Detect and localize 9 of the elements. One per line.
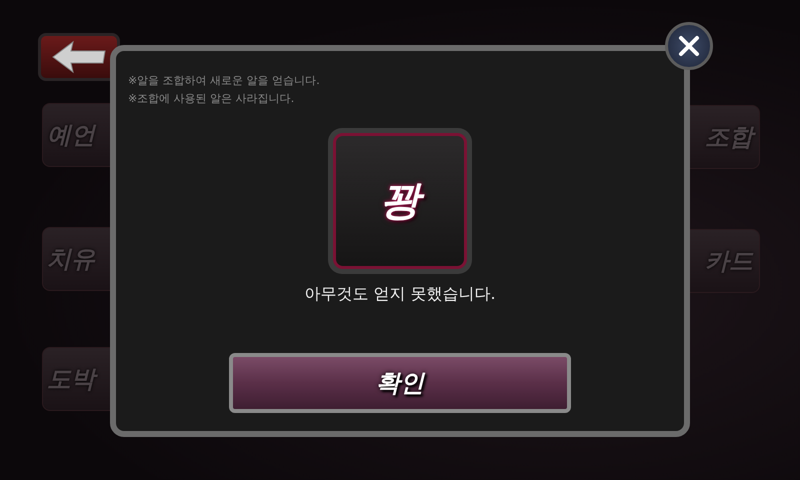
close-button[interactable]: [665, 22, 713, 70]
close-icon: [677, 34, 701, 58]
result-message: 아무것도 얻지 못했습니다.: [304, 284, 496, 305]
confirm-button[interactable]: 확인: [229, 353, 571, 413]
note-text: ※조합에 사용된 알은 사라집니다.: [128, 91, 296, 106]
back-button[interactable]: [38, 33, 120, 81]
note-text: ※알을 조합하여 새로운 알을 얻습니다.: [128, 73, 321, 88]
back-arrow-icon: [51, 40, 107, 74]
result-text: 꽝: [370, 169, 430, 233]
